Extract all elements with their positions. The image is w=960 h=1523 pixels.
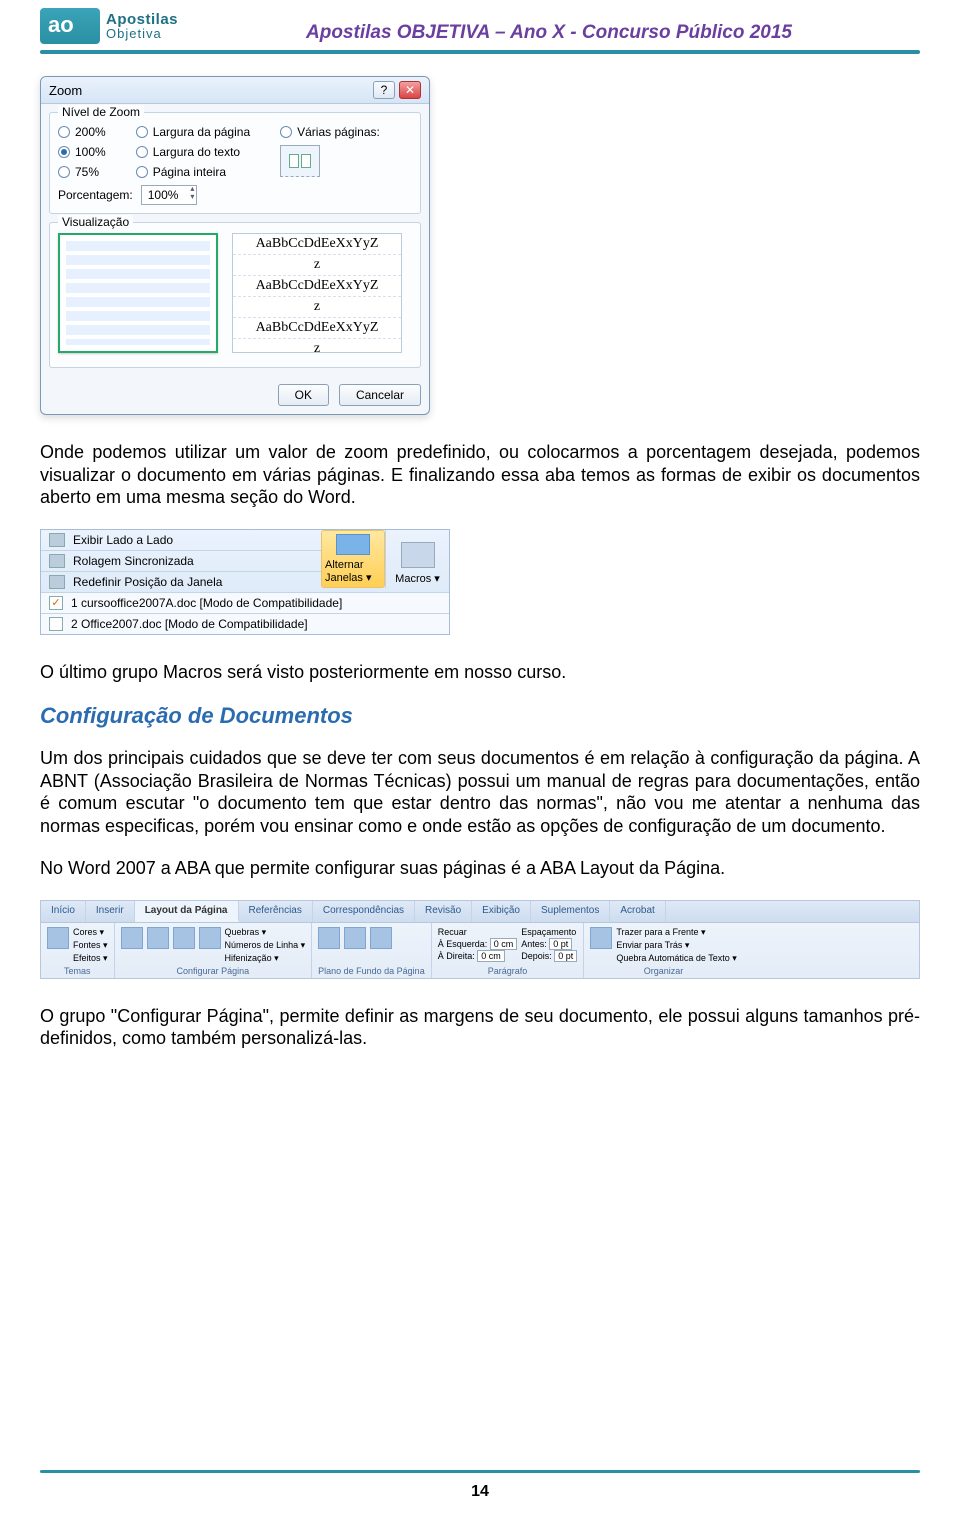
hyphenation-dropdown[interactable]: Hifenização ▾ [225,953,306,964]
radio-page-width[interactable]: Largura da página [136,125,250,139]
radio-text-width[interactable]: Largura do texto [136,145,250,159]
page-borders-button[interactable] [370,927,392,949]
many-pages-picker[interactable] [280,145,320,177]
radio-100[interactable]: 100% [58,145,106,159]
tab-correspondencias[interactable]: Correspondências [313,901,415,922]
position-button[interactable] [590,927,612,949]
radio-200[interactable]: 200% [58,125,106,139]
tab-acrobat[interactable]: Acrobat [610,901,665,922]
window-menu-item-2[interactable]: ✓ 2 Office2007.doc [Modo de Compatibilid… [41,613,449,634]
spacing-before-input[interactable]: 0 pt [549,938,572,950]
header-divider [40,50,920,54]
tab-exibicao[interactable]: Exibição [472,901,531,922]
preview-text-sample: AaBbCcDdEeXxYyZ z AaBbCcDdEeXxYyZ z AaBb… [232,233,402,353]
switch-windows-button[interactable]: Alternar Janelas ▾ [321,530,385,588]
paragraph-2: O último grupo Macros será visto posteri… [40,661,920,684]
send-back-dropdown[interactable]: Enviar para Trás ▾ [616,940,736,951]
page-number: 14 [0,1483,960,1501]
paragraph-1: Onde podemos utilizar um valor de zoom p… [40,441,920,509]
tab-referencias[interactable]: Referências [239,901,313,922]
cancel-button[interactable]: Cancelar [339,384,421,406]
paragraph-5: O grupo "Configurar Página", permite def… [40,1005,920,1050]
paragraph-4: No Word 2007 a ABA que permite configura… [40,857,920,880]
page-header: Apostilas Objetiva Apostilas OBJETIVA – … [0,0,960,46]
content-area: Zoom ? ✕ Nível de Zoom 200% 100% 75% Lar… [0,76,960,1050]
ok-button[interactable]: OK [278,384,329,406]
btn-side-by-side[interactable]: Exibir Lado a Lado [41,530,321,551]
indent-right-input[interactable]: 0 cm [477,950,505,962]
percent-label: Porcentagem: [58,188,133,202]
ribbon-tabs: Início Inserir Layout da Página Referênc… [41,901,919,923]
group-plano-fundo: Plano de Fundo da Página [312,923,432,978]
tab-suplementos[interactable]: Suplementos [531,901,610,922]
radio-many-pages[interactable]: Várias páginas: [280,125,380,139]
spacing-after-input[interactable]: 0 pt [554,950,577,962]
macros-button[interactable]: Macros ▾ [385,530,449,588]
themes-icon[interactable] [47,927,69,949]
group-temas: Cores ▾ Fontes ▾ Efeitos ▾ Temas [41,923,115,978]
breaks-dropdown[interactable]: Quebras ▾ [225,927,306,938]
switch-windows-icon [336,534,370,555]
size-button[interactable] [173,927,195,949]
ribbon-window-group: Exibir Lado a Lado Rolagem Sincronizada … [40,529,450,635]
group-organizar: Trazer para a Frente ▾ Enviar para Trás … [584,923,742,978]
tab-inicio[interactable]: Início [41,901,86,922]
zoom-preview-group: Visualização AaBbCcDdEeXxYyZ z AaBbCcDdE… [49,222,421,368]
zoom-dialog-titlebar: Zoom ? ✕ [41,77,429,104]
zoom-level-legend: Nível de Zoom [58,105,144,119]
reset-window-icon [49,575,65,589]
side-by-side-icon [49,533,65,547]
zoom-preview-legend: Visualização [58,215,133,229]
close-button[interactable]: ✕ [399,81,421,99]
paragraph-3: Um dos principais cuidados que se deve t… [40,747,920,837]
logo-icon [40,8,100,44]
section-heading: Configuração de Documentos [40,703,920,729]
radio-whole-page[interactable]: Página inteira [136,165,250,179]
watermark-button[interactable] [318,927,340,949]
logo-line1: Apostilas [106,12,178,27]
tab-inserir[interactable]: Inserir [86,901,135,922]
text-wrap-dropdown[interactable]: Quebra Automática de Texto ▾ [616,953,736,964]
tab-layout[interactable]: Layout da Página [135,901,239,922]
btn-sync-scroll[interactable]: Rolagem Sincronizada [41,551,321,572]
page-color-button[interactable] [344,927,366,949]
percent-spin[interactable]: 100% [141,185,198,205]
check-empty-icon: ✓ [49,617,63,631]
logo-text: Apostilas Objetiva [106,12,178,40]
logo-line2: Objetiva [106,27,178,40]
footer-divider [40,1470,920,1473]
indent-left-input[interactable]: 0 cm [490,938,518,950]
zoom-dialog: Zoom ? ✕ Nível de Zoom 200% 100% 75% Lar… [40,76,430,415]
group-paragrafo: Recuar À Esquerda: 0 cm À Direita: 0 cm … [432,923,585,978]
fonts-dropdown[interactable]: Fontes ▾ [73,940,108,951]
tab-revisao[interactable]: Revisão [415,901,472,922]
bring-front-dropdown[interactable]: Trazer para a Frente ▾ [616,927,736,938]
header-title: Apostilas OBJETIVA – Ano X - Concurso Pú… [178,22,920,44]
zoom-level-group: Nível de Zoom 200% 100% 75% Largura da p… [49,112,421,214]
sync-scroll-icon [49,554,65,568]
macros-icon [401,542,435,568]
line-numbers-dropdown[interactable]: Números de Linha ▾ [225,940,306,951]
logo: Apostilas Objetiva [40,8,178,44]
ribbon-page-layout: Início Inserir Layout da Página Referênc… [40,900,920,979]
preview-page-thumb [58,233,218,353]
colors-dropdown[interactable]: Cores ▾ [73,927,108,938]
check-icon: ✓ [49,596,63,610]
effects-dropdown[interactable]: Efeitos ▾ [73,953,108,964]
radio-75[interactable]: 75% [58,165,106,179]
window-menu-item-1[interactable]: ✓ 1 cursooffice2007A.doc [Modo de Compat… [41,592,449,613]
group-configurar-pagina: Quebras ▾ Números de Linha ▾ Hifenização… [115,923,313,978]
help-button[interactable]: ? [373,81,395,99]
margins-button[interactable] [121,927,143,949]
zoom-dialog-title: Zoom [49,83,82,98]
btn-reset-window[interactable]: Redefinir Posição da Janela [41,572,321,592]
columns-button[interactable] [199,927,221,949]
orientation-button[interactable] [147,927,169,949]
